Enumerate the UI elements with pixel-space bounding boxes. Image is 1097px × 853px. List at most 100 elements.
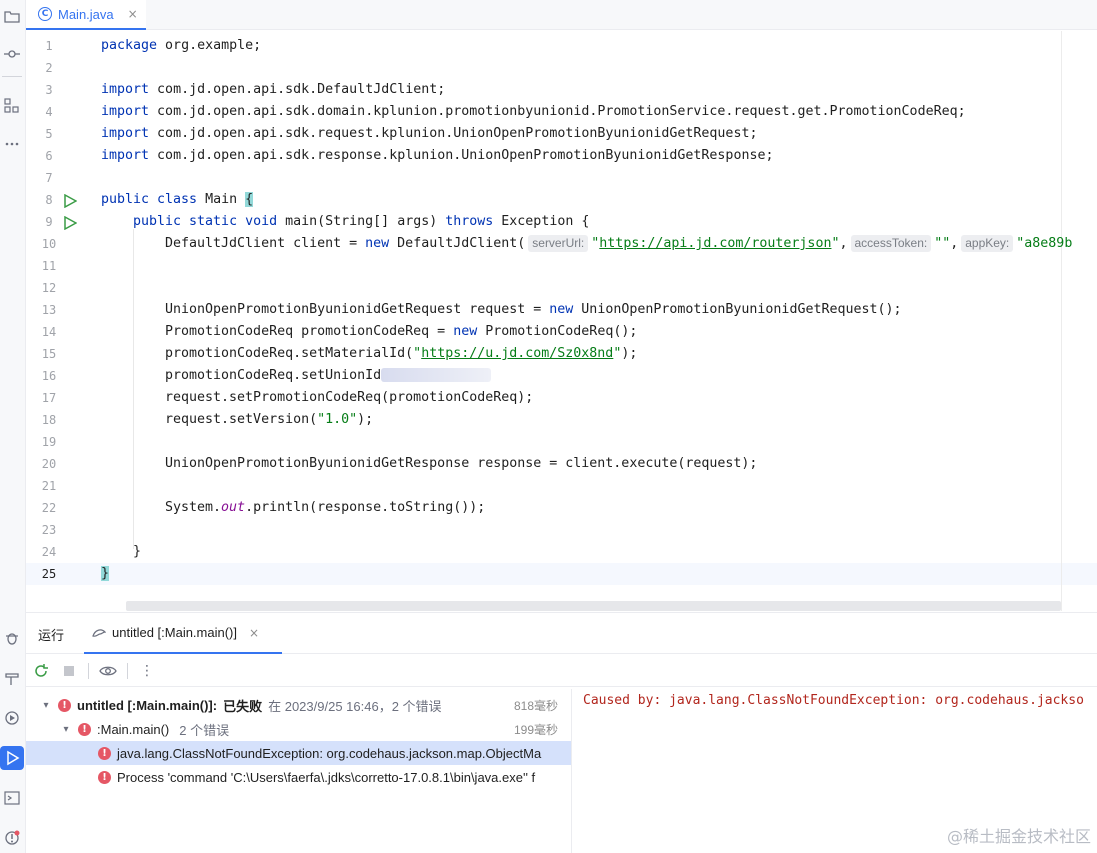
run-tool-window: 运行 untitled [:Main.main()] × ⋮ ▾ ! untit… — [26, 612, 1097, 853]
line-number: 24 — [41, 545, 57, 559]
line-number: 22 — [41, 501, 57, 515]
close-icon[interactable]: × — [249, 626, 259, 640]
error-message: Process 'command 'C:\Users\faerfa\.jdks\… — [117, 769, 536, 785]
run-header: 运行 untitled [:Main.main()] × — [26, 613, 1097, 654]
line-number: 3 — [45, 83, 53, 97]
chevron-down-icon[interactable]: ▾ — [60, 724, 72, 735]
horizontal-scrollbar[interactable] — [126, 601, 1061, 611]
more-tools-icon[interactable] — [0, 132, 24, 156]
code-line-4: import com.jd.open.api.sdk.domain.kpluni… — [101, 104, 966, 119]
child-duration: 199毫秒 — [513, 722, 558, 737]
tree-root-row[interactable]: ▾ ! untitled [:Main.main()]: 已失败 在 2023/… — [26, 693, 571, 717]
error-icon: ! — [98, 770, 111, 784]
line-number: 25 — [41, 567, 57, 581]
run-panel-title: 运行 — [38, 628, 65, 643]
eye-icon[interactable] — [99, 662, 117, 680]
problems-icon[interactable] — [0, 826, 24, 850]
param-hint-server-url: serverUrl: — [528, 235, 589, 252]
line-number: 13 — [41, 303, 57, 317]
root-duration: 818毫秒 — [513, 698, 558, 713]
build-icon[interactable] — [0, 666, 24, 690]
current-line-highlight — [26, 563, 1097, 585]
run-tab-label: untitled [:Main.main()] — [112, 625, 237, 640]
chevron-down-icon[interactable]: ▾ — [40, 700, 52, 711]
code-line-1: package org.example; — [101, 38, 262, 53]
line-number: 17 — [41, 391, 57, 405]
code-line-18: request.setVersion("1.0"); — [165, 412, 374, 427]
code-line-8: public class Main { — [101, 192, 254, 207]
code-line-15: promotionCodeReq.setMaterialId("https://… — [165, 346, 638, 361]
run-toolbar: ⋮ — [26, 655, 1097, 687]
code-line-14: PromotionCodeReq promotionCodeReq = new … — [165, 324, 638, 339]
root-meta: 在 2023/9/25 16:46，2 个错误 — [268, 698, 442, 714]
line-number: 21 — [41, 479, 57, 493]
tab-main-java[interactable]: C Main.java × — [26, 0, 146, 30]
strip-divider — [2, 76, 22, 77]
gradle-icon — [92, 628, 106, 637]
line-number: 16 — [41, 369, 57, 383]
run-tool-icon[interactable] — [0, 746, 24, 770]
error-icon: ! — [58, 698, 71, 712]
tab-label: Main.java — [58, 6, 114, 22]
close-icon[interactable]: × — [128, 7, 138, 21]
structure-icon[interactable] — [0, 94, 24, 118]
stop-icon[interactable] — [60, 662, 78, 680]
material-url-link[interactable]: https://u.jd.com/Sz0x8nd — [421, 346, 613, 361]
line-number: 14 — [41, 325, 57, 339]
more-options-icon[interactable]: ⋮ — [138, 662, 156, 680]
run-config-tab[interactable]: untitled [:Main.main()] × — [84, 613, 282, 654]
line-number: 1 — [45, 39, 53, 53]
folder-icon[interactable] — [0, 4, 24, 28]
build-results-tree: ▾ ! untitled [:Main.main()]: 已失败 在 2023/… — [26, 689, 572, 853]
rerun-icon[interactable] — [32, 662, 50, 680]
tree-child-row[interactable]: ▾ ! :Main.main() 2 个错误 199毫秒 — [26, 717, 571, 741]
line-number: 18 — [41, 413, 57, 427]
java-class-icon: C — [38, 7, 52, 21]
child-meta: 2 个错误 — [179, 722, 230, 738]
root-task-name: untitled [:Main.main()]: — [77, 697, 218, 713]
error-icon: ! — [98, 746, 111, 760]
line-number: 6 — [45, 149, 53, 163]
code-line-9: public static void main(String[] args) t… — [133, 214, 590, 229]
line-number: 12 — [41, 281, 57, 295]
line-number: 19 — [41, 435, 57, 449]
code-line-16: promotionCodeReq.setUnionId — [165, 365, 492, 387]
run-class-icon[interactable] — [63, 194, 77, 208]
services-icon[interactable] — [0, 706, 24, 730]
code-line-20: UnionOpenPromotionByunionidGetResponse r… — [165, 456, 758, 471]
code-line-10: DefaultJdClient client = new DefaultJdCl… — [165, 235, 1073, 252]
right-margin-guide — [1061, 31, 1062, 611]
code-line-13: UnionOpenPromotionByunionidGetRequest re… — [165, 302, 902, 317]
terminal-icon[interactable] — [0, 786, 24, 810]
console-error-line: Caused by: java.lang.ClassNotFoundExcept… — [583, 693, 1084, 708]
debug-icon[interactable] — [0, 626, 24, 650]
code-line-24: } — [133, 544, 142, 559]
child-task-name: :Main.main() — [97, 721, 170, 737]
indent-guide — [133, 229, 134, 549]
line-number: 10 — [41, 237, 57, 251]
code-line-5: import com.jd.open.api.sdk.request.kplun… — [101, 126, 758, 141]
line-number: 8 — [45, 193, 53, 207]
error-icon: ! — [78, 722, 91, 736]
editor-tab-bar: C Main.java × — [26, 0, 1097, 30]
code-line-22: System.out.println(response.toString()); — [165, 500, 486, 515]
line-number: 2 — [45, 61, 53, 75]
tree-error-row[interactable]: ! java.lang.ClassNotFoundException: org.… — [26, 741, 571, 765]
toolbar-divider — [88, 662, 89, 679]
left-tool-strip — [0, 0, 26, 853]
code-editor[interactable]: 1 2 3 4 5 6 7 8 9 10 11 12 13 14 15 16 17 18 19 20 21 22 23 24 2… — [26, 31, 1097, 611]
commit-icon[interactable] — [0, 42, 24, 66]
line-number: 23 — [41, 523, 57, 537]
param-hint-app-key: appKey: — [961, 235, 1014, 252]
root-status: 已失败 — [223, 698, 263, 714]
code-line-6: import com.jd.open.api.sdk.response.kplu… — [101, 148, 774, 163]
error-message: java.lang.ClassNotFoundException: org.co… — [117, 745, 542, 761]
tree-error-row[interactable]: ! Process 'command 'C:\Users\faerfa\.jdk… — [26, 765, 571, 789]
code-line-25: } — [101, 566, 110, 581]
line-number: 15 — [41, 347, 57, 361]
redacted-region — [381, 368, 492, 382]
line-number: 4 — [45, 105, 53, 119]
server-url-link[interactable]: https://api.jd.com/routerjson — [599, 236, 831, 251]
run-main-icon[interactable] — [63, 216, 77, 230]
line-number: 7 — [45, 171, 53, 185]
